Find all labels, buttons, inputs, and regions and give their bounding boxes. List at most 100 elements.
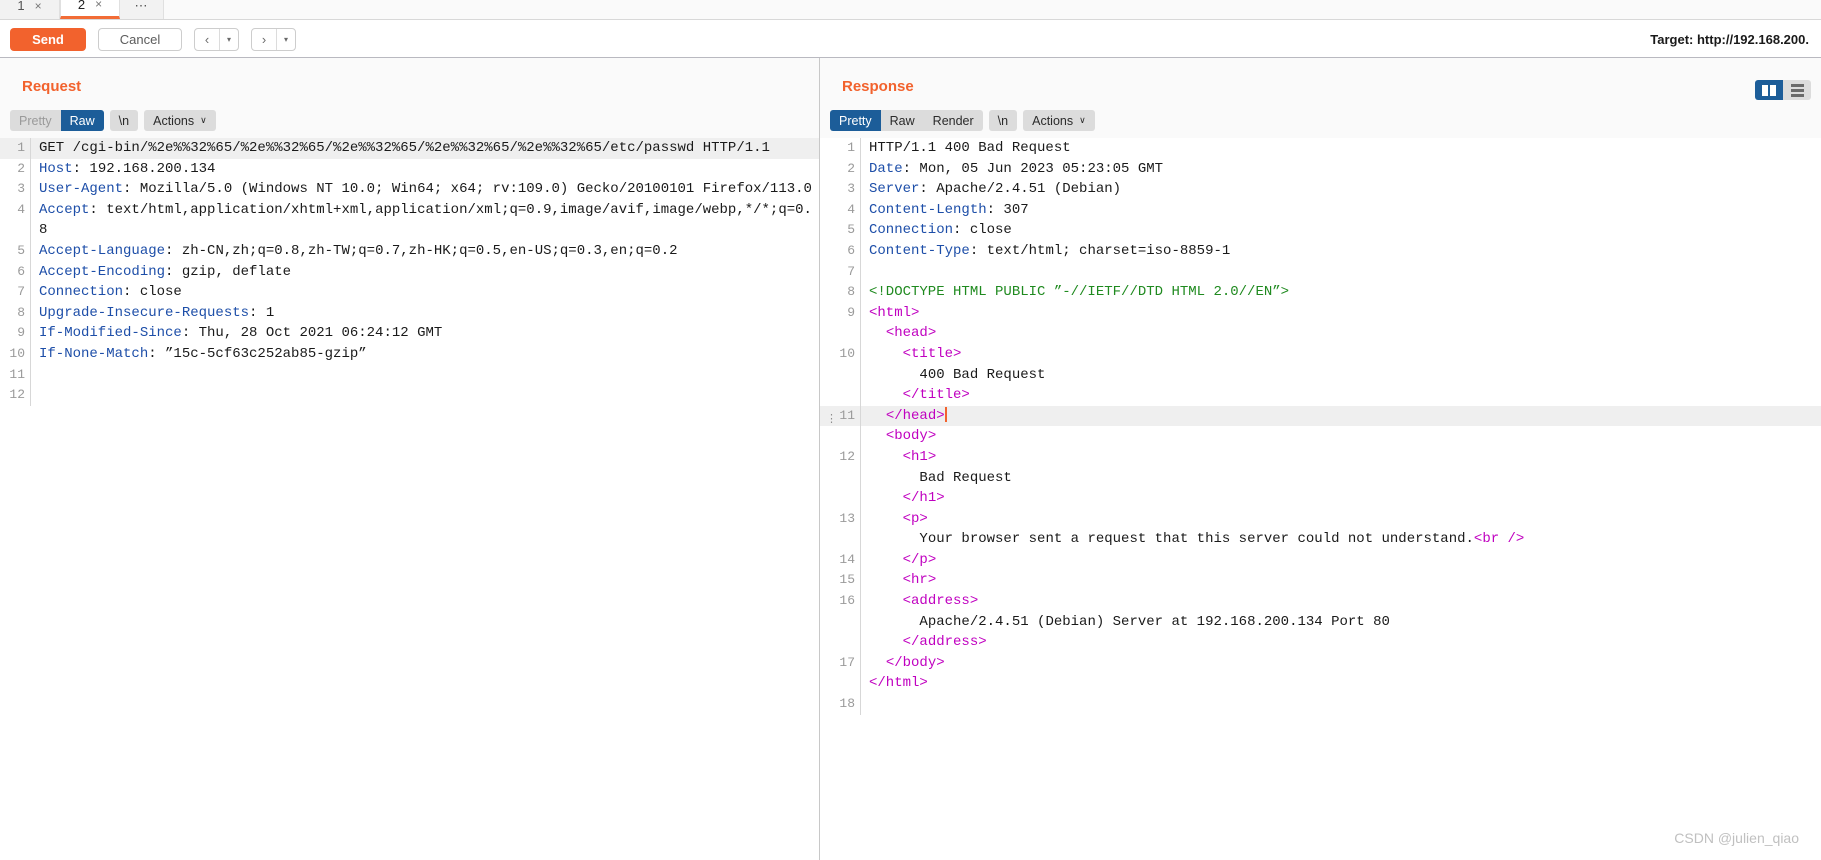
response-actions-button[interactable]: Actions ∨ [1023, 110, 1095, 131]
code-line[interactable]: 8 <!DOCTYPE HTML PUBLIC ”-//IETF//DTD HTM… [820, 282, 1821, 303]
code-line[interactable]: 10 <title> [820, 343, 1821, 365]
code-line[interactable]: 14 </p> [820, 549, 1821, 571]
code-line-content: </title> [860, 385, 1821, 406]
response-pretty-button[interactable]: Pretty [830, 110, 881, 131]
chevron-right-icon[interactable]: › [252, 29, 276, 50]
target-label: Target: http://192.168.200. [1650, 32, 1809, 47]
code-line-content: </h1> [860, 488, 1821, 509]
code-line[interactable]: 2 Host: 192.168.200.134 [0, 158, 819, 180]
code-line[interactable]: 12 [0, 385, 819, 406]
code-token: : ”15c-5cf63c252ab85-gzip” [148, 345, 367, 362]
request-actions-button[interactable]: Actions ∨ [144, 110, 216, 131]
code-line[interactable]: 7 [820, 261, 1821, 283]
code-line-content: Accept: text/html,application/xhtml+xml,… [30, 199, 819, 241]
code-line[interactable]: 3 User-Agent: Mozilla/5.0 (Windows NT 10.… [0, 179, 819, 200]
request-newline-button[interactable]: \n [109, 110, 139, 131]
code-line[interactable]: 9 If-Modified-Since: Thu, 28 Oct 2021 06:… [0, 323, 819, 344]
code-line[interactable]: 6 Content-Type: text/html; charset=iso-88… [820, 240, 1821, 262]
response-newline-button[interactable]: \n [988, 110, 1018, 131]
code-line[interactable]: 10 If-None-Match: ”15c-5cf63c252ab85-gzip… [0, 343, 819, 365]
code-line[interactable]: </title> [820, 385, 1821, 406]
code-token: </address> [902, 634, 987, 651]
send-button[interactable]: Send [10, 28, 86, 51]
chevron-down-icon[interactable]: ▾ [277, 29, 295, 50]
code-line[interactable]: 8 Upgrade-Insecure-Requests: 1 [0, 302, 819, 324]
line-number: 13 [839, 510, 855, 526]
request-raw-button[interactable]: Raw [60, 110, 104, 131]
repeater-tab-1-label: 1 [17, 0, 25, 13]
line-number: 11 [9, 366, 25, 382]
request-pretty-button[interactable]: Pretty [10, 110, 61, 131]
code-line-content: If-None-Match: ”15c-5cf63c252ab85-gzip” [30, 343, 819, 365]
code-token: <body> [885, 428, 937, 445]
code-line[interactable]: </h1> [820, 488, 1821, 509]
code-token: If-None-Match [39, 345, 149, 362]
code-line[interactable]: 2 Date: Mon, 05 Jun 2023 05:23:05 GMT [820, 158, 1821, 180]
cancel-button[interactable]: Cancel [98, 28, 182, 51]
repeater-tab-1[interactable]: 1 × [0, 0, 60, 19]
code-line-content [30, 385, 819, 406]
code-line-content: 400 Bad Request [860, 364, 1821, 386]
code-line[interactable]: 11 [0, 364, 819, 386]
code-line[interactable]: 7 Connection: close [0, 282, 819, 303]
code-line[interactable]: Bad Request [820, 467, 1821, 489]
line-number: 6 [847, 242, 855, 258]
code-line-content: <title> [860, 343, 1821, 365]
code-line[interactable]: 400 Bad Request [820, 364, 1821, 386]
code-line[interactable]: 6 Accept-Encoding: gzip, deflate [0, 261, 819, 283]
code-line[interactable]: 5 Accept-Language: zh-CN,zh;q=0.8,zh-TW;q… [0, 240, 819, 262]
code-token: Content-Type [869, 242, 970, 259]
stacked-view-button[interactable] [1783, 80, 1811, 100]
split-view-button[interactable] [1755, 80, 1783, 100]
repeater-tab-2[interactable]: 2 × [60, 0, 120, 19]
code-line-content: </html> [860, 673, 1821, 695]
line-number: ⋮ 11 [820, 406, 860, 427]
code-line[interactable]: 1 HTTP/1.1 400 Bad Request [820, 138, 1821, 159]
line-number: 3 [17, 181, 25, 197]
request-editor[interactable]: 1 GET /cgi-bin/%2e%%32%65/%2e%%32%65/%2e%… [0, 138, 819, 860]
line-number: 16 [839, 593, 855, 609]
response-render-button[interactable]: Render [923, 110, 983, 131]
chevron-down-icon[interactable]: ▾ [220, 29, 238, 50]
code-line[interactable]: 9 <html> [820, 302, 1821, 324]
code-token: </title> [902, 387, 970, 404]
code-line[interactable]: 13 <p> [820, 508, 1821, 530]
code-token: <!DOCTYPE HTML PUBLIC ”-//IETF//DTD HTML… [869, 284, 1290, 301]
code-line[interactable]: 5 Connection: close [820, 220, 1821, 241]
code-token: : text/html; charset=iso-8859-1 [969, 242, 1231, 259]
history-back-group[interactable]: ‹ ▾ [194, 28, 239, 51]
response-raw-button[interactable]: Raw [880, 110, 924, 131]
burp-repeater-window: 1 × 2 × ⋯ Send Cancel ‹ ▾ › ▾ Target: ht… [0, 0, 1821, 860]
repeater-tab-overflow[interactable]: ⋯ [120, 0, 164, 19]
code-line[interactable]: 4 Accept: text/html,application/xhtml+xml… [0, 199, 819, 241]
code-line-content: <p> [860, 508, 1821, 530]
code-line[interactable]: <head> [820, 323, 1821, 344]
request-code-rows: 1 GET /cgi-bin/%2e%%32%65/%2e%%32%65/%2e%… [0, 138, 819, 406]
code-line[interactable]: 4 Content-Length: 307 [820, 199, 1821, 221]
code-line[interactable]: ⋮ 11 </head> [820, 405, 1821, 427]
layout-toggle-group [1755, 80, 1811, 100]
history-forward-group[interactable]: › ▾ [251, 28, 296, 51]
close-icon[interactable]: × [35, 0, 42, 13]
code-line[interactable]: 18 [820, 694, 1821, 715]
code-line[interactable]: 1 GET /cgi-bin/%2e%%32%65/%2e%%32%65/%2e%… [0, 138, 819, 159]
code-line[interactable]: 15 <hr> [820, 570, 1821, 592]
chevron-left-icon[interactable]: ‹ [195, 29, 219, 50]
code-token: : gzip, deflate [165, 263, 292, 280]
code-line[interactable]: </address> [820, 632, 1821, 653]
code-token: : close [953, 222, 1012, 239]
code-line-content: Upgrade-Insecure-Requests: 1 [30, 302, 819, 324]
code-line[interactable]: Apache/2.4.51 (Debian) Server at 192.168… [820, 611, 1821, 633]
code-line-content [30, 364, 819, 386]
code-token: : 192.168.200.134 [72, 160, 216, 177]
code-line[interactable]: </html> [820, 673, 1821, 695]
close-icon[interactable]: × [95, 0, 102, 11]
rows-icon [1790, 83, 1804, 97]
code-line[interactable]: 17 </body> [820, 652, 1821, 674]
code-line[interactable]: 3 Server: Apache/2.4.51 (Debian) [820, 179, 1821, 200]
code-line[interactable]: Your browser sent a request that this se… [820, 529, 1821, 550]
code-line[interactable]: 16 <address> [820, 591, 1821, 612]
response-editor[interactable]: 1 HTTP/1.1 400 Bad Request 2 Date: Mon, 05 … [820, 138, 1821, 860]
code-line[interactable]: 12 <h1> [820, 446, 1821, 468]
code-line[interactable]: <body> [820, 426, 1821, 447]
